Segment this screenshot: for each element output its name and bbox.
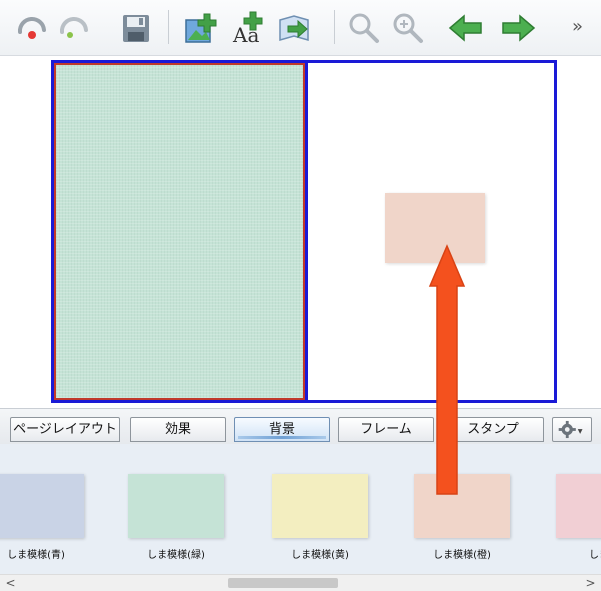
save-icon bbox=[123, 15, 149, 42]
redo-icon bbox=[59, 17, 88, 38]
horizontal-scrollbar[interactable]: < > bbox=[0, 574, 601, 591]
arrow-left-icon bbox=[448, 14, 482, 42]
previous-page-button[interactable] bbox=[446, 8, 486, 48]
tab-page-layout[interactable]: ページレイアウト bbox=[10, 417, 120, 442]
page-spread bbox=[51, 60, 557, 403]
scrollbar-thumb[interactable] bbox=[228, 578, 338, 588]
right-page[interactable] bbox=[308, 63, 554, 400]
scroll-right-arrow[interactable]: > bbox=[582, 575, 599, 591]
import-icon bbox=[279, 15, 309, 41]
arrow-right-icon bbox=[502, 14, 536, 42]
gear-icon: ▾ bbox=[558, 420, 583, 439]
panel-tabs: ページレイアウト 効果 背景 フレーム スタンプ ▾ bbox=[0, 408, 601, 444]
tab-frame[interactable]: フレーム bbox=[338, 417, 434, 442]
add-image-button[interactable] bbox=[180, 8, 220, 48]
tab-effects[interactable]: 効果 bbox=[130, 417, 226, 442]
toolbar: Aa » bbox=[0, 0, 601, 56]
next-page-button[interactable] bbox=[498, 8, 538, 48]
background-thumbnail-green[interactable] bbox=[128, 474, 224, 538]
background-label: しま模様(黄) bbox=[291, 550, 349, 561]
background-thumbnail-list: しま模様(青) しま模様(緑) しま模様(黄) しま模様(橙) しま模 bbox=[0, 444, 601, 574]
background-label: しま模 bbox=[589, 550, 601, 561]
dragged-background-thumbnail[interactable] bbox=[385, 193, 485, 263]
tab-stamp[interactable]: スタンプ bbox=[442, 417, 544, 442]
add-text-icon: Aa bbox=[232, 11, 263, 47]
zoom-out-icon bbox=[349, 13, 379, 43]
zoom-out-button[interactable] bbox=[344, 8, 384, 48]
toolbar-separator bbox=[168, 10, 169, 44]
zoom-in-button[interactable] bbox=[388, 8, 428, 48]
undo-button[interactable] bbox=[12, 8, 52, 48]
left-page[interactable] bbox=[54, 63, 305, 400]
settings-menu-button[interactable]: ▾ bbox=[552, 417, 592, 442]
scroll-left-arrow[interactable]: < bbox=[2, 575, 19, 591]
redo-button[interactable] bbox=[54, 8, 94, 48]
add-image-icon bbox=[185, 13, 217, 43]
background-label: しま模様(青) bbox=[7, 550, 65, 561]
tab-background[interactable]: 背景 bbox=[234, 417, 330, 442]
add-text-button[interactable]: Aa bbox=[228, 8, 268, 48]
background-label: しま模様(橙) bbox=[433, 550, 491, 561]
toolbar-separator bbox=[334, 10, 335, 44]
background-thumbnail-blue[interactable] bbox=[0, 474, 84, 538]
import-button[interactable] bbox=[274, 8, 314, 48]
background-thumbnail-yellow[interactable] bbox=[272, 474, 368, 538]
zoom-in-icon bbox=[393, 13, 423, 43]
more-tools-button[interactable]: » bbox=[572, 16, 583, 37]
background-label: しま模様(緑) bbox=[147, 550, 205, 561]
background-thumbnail-pink[interactable] bbox=[556, 474, 601, 538]
save-button[interactable] bbox=[116, 8, 156, 48]
chevron-down-icon: ▾ bbox=[578, 426, 583, 437]
background-thumbnail-orange[interactable] bbox=[414, 474, 510, 538]
editor-canvas bbox=[0, 56, 601, 408]
undo-icon bbox=[17, 17, 46, 39]
